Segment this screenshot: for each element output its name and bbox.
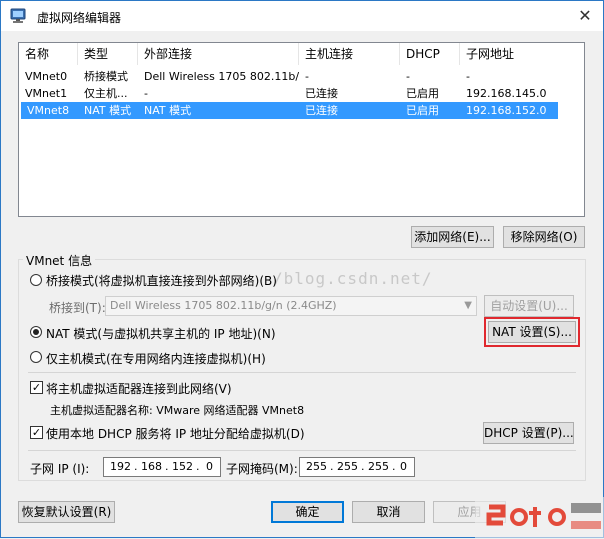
cell-external: NAT 模式: [144, 104, 192, 117]
nat-mode-label[interactable]: NAT 模式(与虚拟机共享主机的 IP 地址)(N): [46, 325, 276, 342]
divider: [28, 372, 576, 373]
vmnet-info-group: [18, 259, 586, 481]
column-header-external[interactable]: 外部连接: [138, 43, 299, 65]
subnet-ip-input[interactable]: 192 . 168 . 152 . 0: [103, 457, 221, 477]
cell-external: -: [144, 87, 148, 100]
cell-name: VMnet0: [25, 70, 68, 83]
cell-subnet: 192.168.152.0: [466, 104, 547, 117]
subnet-ip-label: 子网 IP (I):: [30, 462, 90, 476]
cancel-button[interactable]: 取消: [352, 501, 425, 523]
ip-octet: 0: [206, 460, 213, 473]
table-row-selected[interactable]: VMnet8 NAT 模式 NAT 模式 已连接 已启用 192.168.152…: [21, 102, 558, 119]
cell-host: 已连接: [305, 104, 338, 117]
cell-external: Dell Wireless 1705 802.11b/...: [144, 70, 299, 83]
cell-dhcp: -: [406, 70, 410, 83]
ip-dot: .: [196, 460, 200, 473]
ip-octet: 152: [172, 460, 193, 473]
column-header-host[interactable]: 主机连接: [299, 43, 400, 65]
vmnet-info-legend: VMnet 信息: [23, 252, 96, 269]
connect-adapter-checkbox[interactable]: ✓: [30, 381, 43, 394]
virtual-network-editor-window: 虚拟网络编辑器 ✕ 名称 类型 外部连接 主机连接 DHCP 子网地址 VMne…: [0, 0, 604, 539]
cell-host: -: [305, 70, 309, 83]
mask-octet: 255: [337, 460, 358, 473]
bridge-to-value: Dell Wireless 1705 802.11b/g/n (2.4GHZ): [110, 299, 337, 312]
divider: [28, 450, 576, 451]
dhcp-settings-button[interactable]: DHCP 设置(P)...: [483, 422, 574, 444]
mask-octet: 255: [368, 460, 389, 473]
connect-adapter-label[interactable]: 将主机虚拟适配器连接到此网络(V): [46, 380, 232, 397]
ok-button[interactable]: 确定: [271, 501, 344, 523]
column-header-name[interactable]: 名称: [19, 43, 78, 65]
mask-dot: .: [392, 460, 396, 473]
host-only-radio[interactable]: [30, 351, 42, 363]
mask-octet: 0: [400, 460, 407, 473]
cell-dhcp: 已启用: [406, 104, 439, 117]
cell-host: 已连接: [305, 87, 338, 100]
close-icon[interactable]: ✕: [573, 5, 597, 27]
cell-subnet: 192.168.145.0: [466, 87, 547, 100]
cell-type: 桥接模式: [84, 70, 128, 83]
list-header: 名称 类型 外部连接 主机连接 DHCP 子网地址: [19, 43, 584, 65]
dhcp-checkbox[interactable]: ✓: [30, 426, 43, 439]
remove-network-button[interactable]: 移除网络(O): [503, 226, 585, 248]
highlight-annotation: [484, 317, 580, 347]
network-app-icon: [10, 8, 26, 23]
ip-octet: 192: [110, 460, 131, 473]
window-title: 虚拟网络编辑器: [37, 11, 122, 25]
title-bar: 虚拟网络编辑器 ✕: [1, 1, 603, 31]
add-network-button[interactable]: 添加网络(E)...: [411, 226, 494, 248]
cell-type: 仅主机...: [84, 87, 128, 100]
bridge-to-select[interactable]: Dell Wireless 1705 802.11b/g/n (2.4GHZ) …: [105, 296, 477, 316]
ip-dot: .: [134, 460, 138, 473]
cell-name: VMnet1: [25, 87, 68, 100]
column-header-dhcp[interactable]: DHCP: [400, 43, 460, 65]
cell-dhcp: 已启用: [406, 87, 439, 100]
adapter-name-text: 主机虚拟适配器名称: VMware 网络适配器 VMnet8: [50, 404, 305, 417]
mask-dot: .: [330, 460, 334, 473]
ip-dot: .: [165, 460, 169, 473]
cell-name: VMnet8: [27, 104, 70, 117]
cell-type: NAT 模式: [84, 104, 132, 117]
mask-octet: 255: [306, 460, 327, 473]
bridge-mode-radio[interactable]: [30, 274, 42, 286]
column-header-subnet[interactable]: 子网地址: [460, 43, 584, 65]
restore-defaults-button[interactable]: 恢复默认设置(R): [18, 501, 115, 523]
network-list[interactable]: 名称 类型 外部连接 主机连接 DHCP 子网地址 VMnet0 桥接模式 De…: [18, 42, 585, 217]
column-header-type[interactable]: 类型: [78, 43, 138, 65]
table-row[interactable]: VMnet1 仅主机... - 已连接 已启用 192.168.145.0: [19, 85, 584, 102]
host-only-label[interactable]: 仅主机模式(在专用网络内连接虚拟机)(H): [46, 350, 266, 367]
dhcp-label[interactable]: 使用本地 DHCP 服务将 IP 地址分配给虚拟机(D): [46, 425, 305, 442]
watermark-text: /blog.csdn.net/: [273, 269, 433, 288]
table-row[interactable]: VMnet0 桥接模式 Dell Wireless 1705 802.11b/.…: [19, 68, 584, 85]
nat-mode-radio[interactable]: [30, 326, 42, 338]
bridge-mode-label[interactable]: 桥接模式(将虚拟机直接连接到外部网络)(B): [46, 272, 277, 289]
subnet-mask-label: 子网掩码(M):: [226, 462, 298, 476]
auto-settings-button[interactable]: 自动设置(U)...: [484, 295, 574, 317]
ip-octet: 168: [141, 460, 162, 473]
mask-dot: .: [361, 460, 365, 473]
site-logo-watermark: [475, 497, 604, 539]
cell-subnet: -: [466, 70, 470, 83]
chevron-down-icon: ▼: [464, 300, 472, 311]
bridge-to-label: 桥接到(T):: [49, 301, 106, 315]
subnet-mask-input[interactable]: 255 . 255 . 255 . 0: [299, 457, 415, 477]
